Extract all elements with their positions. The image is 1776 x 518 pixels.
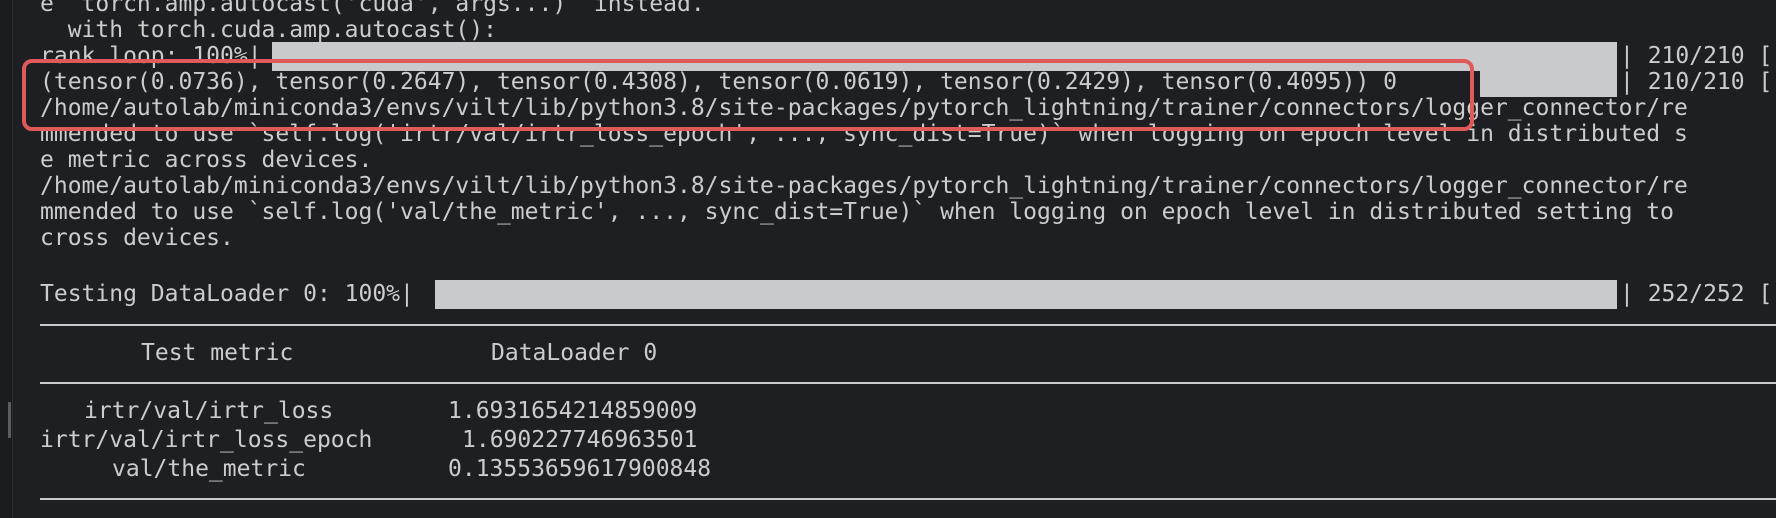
tensor-progress-bar — [1480, 68, 1617, 97]
tensor-progress-count: | 210/210 [ — [1620, 69, 1773, 95]
warning-line: mmended to use `self.log('val/the_metric… — [40, 199, 1674, 225]
table-header-metric: Test metric — [141, 340, 294, 366]
highlight-annotation-box — [22, 59, 1474, 131]
code-line: with torch.cuda.amp.autocast(): — [40, 17, 497, 43]
testing-progress-bar — [435, 280, 1617, 309]
table-bottom-divider — [40, 498, 1776, 500]
table-row-value: 1.690227746963501 — [462, 427, 698, 453]
table-row-value: 0.13553659617900848 — [448, 456, 712, 482]
table-header-divider — [40, 382, 1776, 384]
table-row-metric: irtr/val/irtr_loss_epoch — [40, 427, 373, 453]
path-line: /home/autolab/miniconda3/envs/vilt/lib/p… — [40, 173, 1688, 199]
testing-progress-count: | 252/252 [ — [1620, 281, 1773, 307]
table-header-dataloader: DataLoader 0 — [491, 340, 658, 366]
warning-line: cross devices. — [40, 225, 234, 251]
table-top-divider — [40, 324, 1776, 326]
terminal-gutter — [0, 0, 13, 518]
scroll-marker[interactable] — [8, 402, 11, 438]
table-row-metric: val/the_metric — [112, 456, 306, 482]
warning-line: e metric across devices. — [40, 147, 373, 173]
terminal-window[interactable]: e torch.amp.autocast('cuda', args...)` i… — [0, 0, 1776, 518]
table-row-value: 1.6931654214859009 — [448, 398, 698, 424]
table-row-metric: irtr/val/irtr_loss — [84, 398, 334, 424]
testing-dataloader-label: Testing DataLoader 0: 100%| — [40, 281, 414, 307]
rank-loop-count: | 210/210 [ — [1620, 43, 1773, 69]
